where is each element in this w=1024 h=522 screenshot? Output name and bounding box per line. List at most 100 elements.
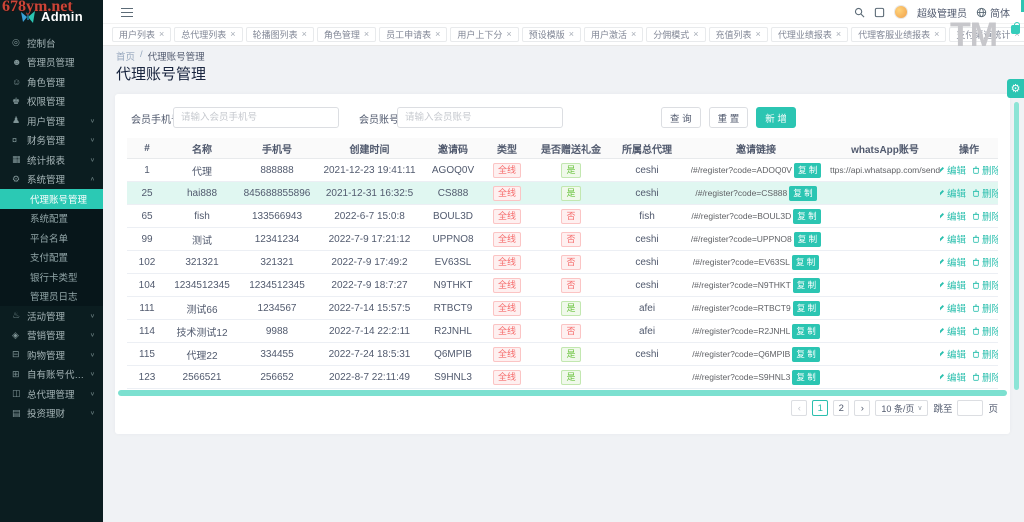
reset-button[interactable]: 重 置: [708, 107, 749, 128]
copy-link-button[interactable]: 复 制: [793, 231, 822, 247]
sidebar-item[interactable]: ⊞ 自有账号代收付 ∨: [0, 365, 103, 385]
sidebar-item[interactable]: ♨ 活动管理 ∨: [0, 306, 103, 326]
language-switcher[interactable]: 简体: [976, 5, 1010, 20]
tab[interactable]: 充值列表 ×: [708, 27, 768, 42]
tab-close-icon[interactable]: ×: [506, 30, 511, 39]
tab-close-icon[interactable]: ×: [693, 30, 698, 39]
sidebar-item[interactable]: ♚ 权限管理: [0, 92, 103, 112]
sidebar-item-active[interactable]: 代理账号管理: [0, 189, 103, 209]
add-button[interactable]: 新 增: [756, 107, 796, 128]
sidebar-item[interactable]: ☺ 角色管理: [0, 72, 103, 92]
edit-button[interactable]: 编辑: [940, 232, 966, 246]
search-icon[interactable]: [854, 7, 865, 18]
tab-close-icon[interactable]: ×: [756, 30, 761, 39]
table-row[interactable]: 111 测试66 1234567 2022-7-14 15:57:5 RTBCT9 全线 是…: [127, 297, 998, 320]
copy-link-button[interactable]: 复 制: [792, 277, 821, 293]
copy-link-button[interactable]: 复 制: [793, 162, 822, 178]
edit-button[interactable]: 编辑: [940, 301, 966, 315]
sidebar-item[interactable]: ¤ 财务管理 ∨: [0, 131, 103, 151]
sidebar-item[interactable]: ◈ 营销管理 ∨: [0, 326, 103, 346]
delete-button[interactable]: 删除: [972, 347, 998, 361]
breadcrumb-home[interactable]: 首页: [116, 49, 135, 63]
copy-link-button[interactable]: 复 制: [792, 369, 820, 385]
edit-button[interactable]: 编辑: [940, 347, 966, 361]
tab-close-icon[interactable]: ×: [836, 30, 841, 39]
edit-button[interactable]: 编辑: [940, 163, 966, 177]
table-row[interactable]: 115 代理22 334455 2022-7-24 18:5:31 Q6MPIB 全线 是 c…: [127, 343, 998, 366]
search-button[interactable]: 查 询: [661, 107, 701, 128]
sidebar-item[interactable]: ▦ 统计报表 ∨: [0, 150, 103, 170]
current-user-name[interactable]: 超级管理员: [917, 5, 967, 20]
page-number-button[interactable]: 2: [833, 400, 850, 416]
sidebar-subitem[interactable]: 系统配置: [0, 209, 103, 229]
theme-settings-button[interactable]: ⚙: [1007, 79, 1024, 98]
sidebar-subitem[interactable]: 平台名单: [0, 228, 103, 248]
table-row[interactable]: 25 hai888 845688855896 2021-12-31 16:32:5 CS…: [127, 182, 998, 205]
account-filter-input[interactable]: [397, 107, 563, 128]
horizontal-scrollbar[interactable]: [118, 390, 1007, 396]
sidebar-subitem[interactable]: 银行卡类型: [0, 267, 103, 287]
delete-button[interactable]: 删除: [972, 186, 998, 200]
sidebar-item[interactable]: ▤ 投资理财 ∨: [0, 404, 103, 424]
sidebar-item[interactable]: ♟ 用户管理 ∨: [0, 111, 103, 131]
tab[interactable]: 代理客服业绩报表 ×: [851, 27, 947, 42]
tab[interactable]: 角色管理 ×: [316, 27, 377, 42]
table-row[interactable]: 102 321321 321321 2022-7-9 17:49:2 EV63SL 全线 否…: [127, 251, 998, 274]
copy-link-button[interactable]: 复 制: [792, 300, 821, 316]
sidebar-subitem[interactable]: 支付配置: [0, 248, 103, 268]
table-row[interactable]: 114 技术测试12 9988 2022-7-14 22:2:11 R2JNHL 全线 否 a…: [127, 320, 998, 343]
edit-button[interactable]: 编辑: [940, 255, 966, 269]
table-row[interactable]: 65 fish 133566943 2022-6-7 15:0:8 BOUL3D 全线 否 f…: [127, 205, 998, 228]
tab-close-icon[interactable]: ×: [631, 30, 636, 39]
tab-close-icon[interactable]: ×: [230, 30, 235, 39]
delete-button[interactable]: 删除: [972, 255, 998, 269]
edit-button[interactable]: 编辑: [940, 186, 966, 200]
page-size-select[interactable]: 10 条/页 ∨: [875, 400, 929, 416]
sidebar-item[interactable]: ☻ 管理员管理: [0, 53, 103, 73]
table-row[interactable]: 99 测试 12341234 2022-7-9 17:21:12 UPPNO8 全线 否 ce…: [127, 228, 998, 251]
tab[interactable]: 用户上下分 ×: [450, 27, 519, 42]
tab[interactable]: 预设模版 ×: [521, 27, 581, 42]
sidebar-collapse-icon[interactable]: [121, 8, 133, 17]
page-number-button[interactable]: 1: [812, 400, 829, 416]
vertical-scrollbar[interactable]: [1014, 102, 1019, 390]
page-prev-button[interactable]: ‹: [791, 400, 808, 416]
tab[interactable]: 员工申请表 ×: [379, 27, 448, 42]
tab[interactable]: 用户列表 ×: [112, 27, 172, 42]
delete-button[interactable]: 删除: [972, 278, 998, 292]
tab-close-icon[interactable]: ×: [569, 30, 574, 39]
table-row[interactable]: 1 代理 888888 2021-12-23 19:41:11 AGOQ0V 全线 是 ces…: [127, 159, 998, 182]
edit-button[interactable]: 编辑: [940, 324, 966, 338]
copy-link-button[interactable]: 复 制: [792, 346, 820, 362]
tab[interactable]: 代理业绩报表 ×: [770, 27, 849, 42]
jump-page-input[interactable]: [957, 400, 984, 416]
tab[interactable]: 分佣模式 ×: [646, 27, 706, 42]
sidebar-item[interactable]: ⊟ 购物管理 ∨: [0, 345, 103, 365]
delete-button[interactable]: 删除: [972, 232, 998, 246]
user-avatar[interactable]: [894, 5, 908, 19]
edit-button[interactable]: 编辑: [940, 370, 966, 384]
edit-button[interactable]: 编辑: [940, 278, 966, 292]
tab[interactable]: 轮播图列表 ×: [245, 27, 314, 42]
tab-close-icon[interactable]: ×: [934, 30, 939, 39]
copy-link-button[interactable]: 复 制: [791, 254, 820, 270]
copy-link-button[interactable]: 复 制: [793, 208, 821, 224]
tab-close-icon[interactable]: ×: [159, 30, 164, 39]
copy-link-button[interactable]: 复 制: [789, 185, 817, 201]
delete-button[interactable]: 删除: [972, 163, 998, 177]
app-logo[interactable]: Admin: [0, 0, 103, 33]
tab-close-icon[interactable]: ×: [364, 30, 369, 39]
sidebar-item[interactable]: ◫ 总代理管理 ∨: [0, 384, 103, 404]
phone-filter-input[interactable]: [173, 107, 339, 128]
delete-button[interactable]: 删除: [972, 324, 998, 338]
table-row[interactable]: 123 2566521 256652 2022-8-7 22:11:49 S9HNL3 全…: [127, 366, 998, 389]
tab-close-icon[interactable]: ×: [435, 30, 440, 39]
tab[interactable]: 总代理列表 ×: [174, 27, 243, 42]
sidebar-subitem[interactable]: 管理员日志: [0, 287, 103, 307]
tab[interactable]: 用户激活 ×: [583, 27, 644, 42]
tab-close-icon[interactable]: ×: [302, 30, 307, 39]
sidebar-item[interactable]: ⚙ 系统管理 ∧: [0, 170, 103, 190]
delete-button[interactable]: 删除: [972, 209, 998, 223]
fullscreen-icon[interactable]: [874, 7, 885, 18]
page-next-button[interactable]: ›: [854, 400, 871, 416]
